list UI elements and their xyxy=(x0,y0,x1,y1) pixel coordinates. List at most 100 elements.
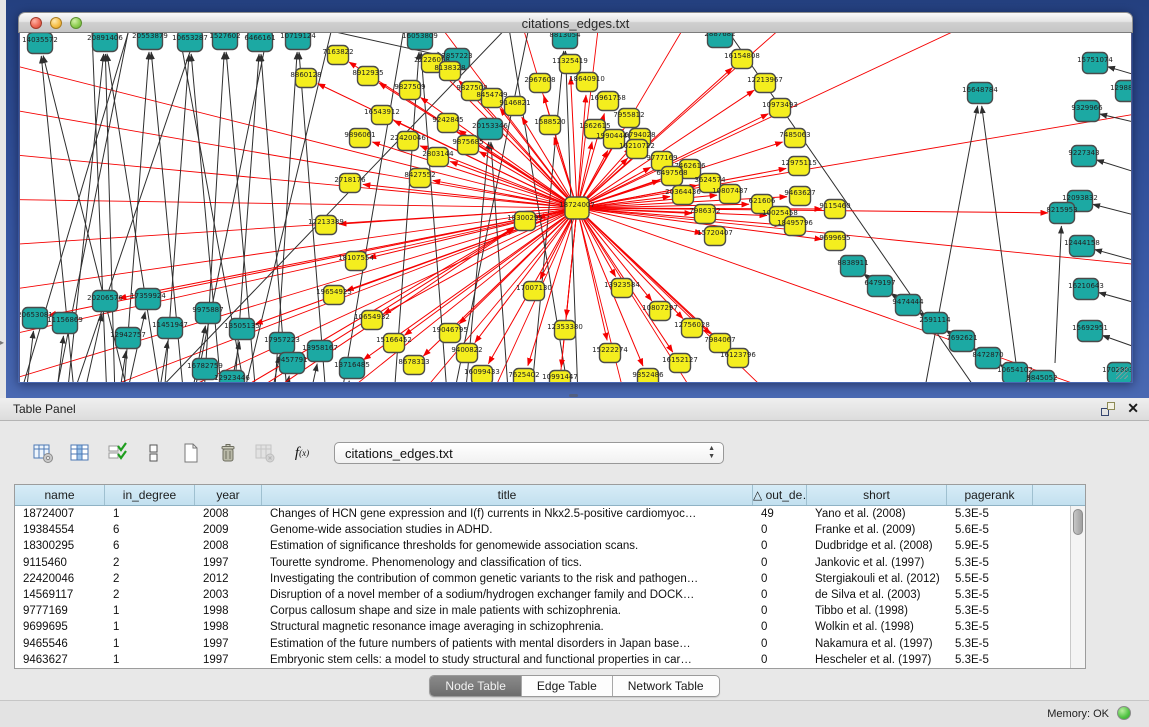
table-row[interactable]: 911546021997Tourette syndrome. Phenomeno… xyxy=(15,555,1085,571)
table-row[interactable]: 946362711997Embryonic stem cells: a mode… xyxy=(15,652,1085,668)
table-cell[interactable]: 6 xyxy=(105,538,195,554)
network-node[interactable]: 7485063 xyxy=(779,129,810,148)
network-node[interactable]: 6497568 xyxy=(656,167,687,186)
network-node[interactable]: 9474444 xyxy=(892,295,924,316)
network-node[interactable]: 12353380 xyxy=(547,321,583,340)
table-cell[interactable]: Structural magnetic resonance image aver… xyxy=(262,619,753,635)
table-cell[interactable]: 1998 xyxy=(195,603,262,619)
network-node[interactable]: 15720407 xyxy=(697,227,733,246)
table-cell[interactable]: 18724007 xyxy=(15,506,105,522)
pane-splitter-handle[interactable] xyxy=(569,394,578,397)
network-node[interactable]: 1527602 xyxy=(209,33,240,50)
table-cell[interactable]: 0 xyxy=(753,619,807,635)
network-node[interactable]: 16053809 xyxy=(402,33,438,50)
network-node[interactable]: 16152127 xyxy=(662,354,698,373)
table-scrollbar[interactable] xyxy=(1070,506,1085,668)
table-cell[interactable]: Yano et al. (2008) xyxy=(807,506,947,522)
network-node[interactable]: 2803144 xyxy=(422,148,454,167)
table-cell[interactable]: 49 xyxy=(753,506,807,522)
table-cell[interactable]: Estimation of the future numbers of pati… xyxy=(262,636,753,652)
table-cell[interactable]: 1997 xyxy=(195,636,262,652)
network-node[interactable]: 8678313 xyxy=(398,356,429,375)
table-cell[interactable]: 1997 xyxy=(195,652,262,668)
network-node[interactable]: 10991447 xyxy=(542,371,578,383)
network-node[interactable]: 20553879 xyxy=(132,33,168,50)
table-cell[interactable]: 5.3E-5 xyxy=(947,587,1033,603)
table-cell[interactable]: 1 xyxy=(105,652,195,668)
table-cell[interactable]: 5.5E-5 xyxy=(947,571,1033,587)
table-row[interactable]: 969969511998Structural magnetic resonanc… xyxy=(15,619,1085,635)
network-node[interactable]: 9146821 xyxy=(499,97,530,116)
network-node[interactable]: 9699695 xyxy=(819,232,850,251)
table-cell[interactable]: Investigating the contribution of common… xyxy=(262,571,753,587)
network-node[interactable]: 18107554 xyxy=(338,252,374,271)
network-node[interactable]: 9827509 xyxy=(394,81,425,100)
network-node[interactable]: 16210643 xyxy=(1068,279,1104,300)
network-node[interactable]: 15692951 xyxy=(1072,321,1108,342)
table-row[interactable]: 1872400712008Changes of HCN gene express… xyxy=(15,506,1085,522)
tab-edge-table[interactable]: Edge Table xyxy=(522,676,613,696)
tab-network-table[interactable]: Network Table xyxy=(613,676,719,696)
table-cell[interactable]: 0 xyxy=(753,571,807,587)
table-cell[interactable]: 2008 xyxy=(195,506,262,522)
table-cell[interactable]: 0 xyxy=(753,555,807,571)
network-node[interactable]: 15222274 xyxy=(592,344,628,363)
table-cell[interactable]: Embryonic stem cells: a model to study s… xyxy=(262,652,753,668)
column-header-title[interactable]: title xyxy=(262,485,753,505)
network-node[interactable]: 9463627 xyxy=(784,187,815,206)
table-cell[interactable]: Dudbridge et al. (2008) xyxy=(807,538,947,554)
table-cell[interactable]: 5.3E-5 xyxy=(947,555,1033,571)
delete-column-icon[interactable] xyxy=(215,440,241,466)
network-node[interactable]: 10654932 xyxy=(354,311,390,330)
column-header-out_de[interactable]: △ out_de… xyxy=(753,485,807,505)
column-header-pagerank[interactable]: pagerank xyxy=(947,485,1033,505)
table-cell[interactable]: 2003 xyxy=(195,587,262,603)
network-node[interactable]: 19654925 xyxy=(316,286,352,305)
table-cell[interactable]: Tibbo et al. (1998) xyxy=(807,603,947,619)
new-column-icon[interactable] xyxy=(178,440,204,466)
table-cell[interactable]: 2 xyxy=(105,555,195,571)
network-node[interactable]: 12942757 xyxy=(110,328,146,349)
column-header-short[interactable]: short xyxy=(807,485,947,505)
table-cell[interactable]: Hescheler et al. (1997) xyxy=(807,652,947,668)
table-cell[interactable]: 0 xyxy=(753,587,807,603)
network-node[interactable]: 15166452 xyxy=(376,334,412,353)
network-node[interactable]: 16154808 xyxy=(724,50,760,69)
table-cell[interactable]: 5.9E-5 xyxy=(947,538,1033,554)
network-node[interactable]: 10719124 xyxy=(280,33,316,50)
table-cell[interactable]: 5.6E-5 xyxy=(947,522,1033,538)
table-cell[interactable]: 1997 xyxy=(195,555,262,571)
network-node[interactable]: 9975887 xyxy=(192,303,223,324)
network-node[interactable]: 2887682 xyxy=(704,33,735,48)
table-cell[interactable]: Nakamura et al. (1997) xyxy=(807,636,947,652)
network-node[interactable]: 8813054 xyxy=(549,33,581,49)
network-node[interactable]: 9875685 xyxy=(452,136,483,155)
table-row[interactable]: 2242004622012Investigating the contribut… xyxy=(15,571,1085,587)
table-cell[interactable]: Changes of HCN gene expression and I(f) … xyxy=(262,506,753,522)
network-node[interactable]: 16099433 xyxy=(464,366,500,383)
network-node[interactable]: 9115460 xyxy=(819,200,850,219)
table-cell[interactable]: 0 xyxy=(753,538,807,554)
table-cell[interactable]: 5.3E-5 xyxy=(947,652,1033,668)
network-node[interactable]: 8838911 xyxy=(837,256,868,277)
network-node[interactable]: 11325419 xyxy=(552,55,588,74)
network-node[interactable]: 7955812 xyxy=(613,109,644,128)
network-node[interactable]: 6466161 xyxy=(244,33,275,52)
network-node[interactable]: 10807297 xyxy=(642,302,678,321)
network-node[interactable]: 9400822 xyxy=(451,344,482,363)
network-node[interactable]: 7692621 xyxy=(946,331,977,352)
network-node[interactable]: 2967608 xyxy=(524,74,555,93)
network-window-titlebar[interactable]: citations_edges.txt xyxy=(18,12,1133,33)
network-node[interactable]: 7163822 xyxy=(322,46,353,65)
network-node[interactable]: 18640910 xyxy=(569,73,605,92)
table-cell[interactable]: 0 xyxy=(753,652,807,668)
network-node[interactable]: 8912935 xyxy=(352,67,383,86)
network-node[interactable]: 7986372 xyxy=(689,205,720,224)
network-node[interactable]: 12756028 xyxy=(674,319,710,338)
network-node[interactable]: 13716485 xyxy=(334,358,370,379)
network-node[interactable]: 12444158 xyxy=(1064,236,1100,257)
table-cell[interactable]: 1 xyxy=(105,506,195,522)
table-cell[interactable]: 1998 xyxy=(195,619,262,635)
table-cell[interactable]: Jankovic et al. (1997) xyxy=(807,555,947,571)
table-cell[interactable]: 9699695 xyxy=(15,619,105,635)
